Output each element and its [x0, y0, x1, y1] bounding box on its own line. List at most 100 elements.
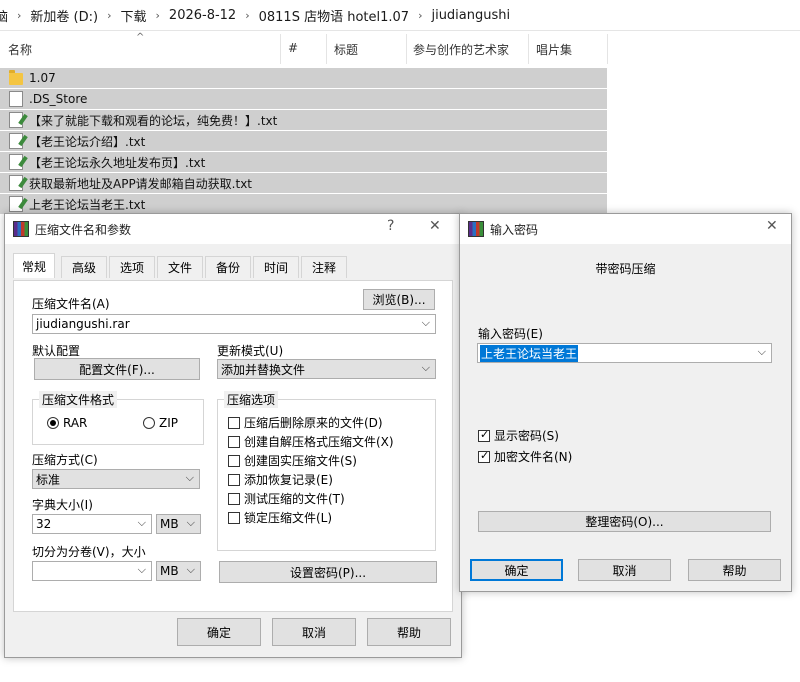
dictionary-size-input[interactable]: 32 ⌵ [32, 514, 152, 534]
checkbox-unchecked-icon [228, 473, 240, 486]
browse-button[interactable]: 浏览(B)... [363, 289, 435, 310]
archive-dialog-titlebar[interactable]: 压缩文件名和参数 ? ✕ [5, 214, 461, 244]
compression-method-label: 压缩方式(C) [32, 453, 98, 467]
archive-name-value: jiudiangushi.rar [36, 317, 130, 331]
chevron-down-icon: ⌵ [185, 471, 194, 484]
format-rar-radio[interactable]: RAR [47, 416, 87, 430]
document-icon [9, 91, 23, 107]
file-name: .DS_Store [29, 92, 88, 106]
profiles-button[interactable]: 配置文件(F)... [34, 358, 200, 380]
option-create-sfx[interactable]: 创建自解压格式压缩文件(X) [228, 433, 394, 450]
tab-page-general: 压缩文件名(A) 浏览(B)... jiudiangushi.rar ⌵ 默认配… [13, 280, 453, 612]
cancel-button[interactable]: 取消 [272, 618, 356, 646]
chevron-down-icon[interactable]: ⌵ [422, 316, 430, 330]
split-unit-select[interactable]: MB ⌵ [156, 561, 201, 581]
password-input[interactable]: 上老王论坛当老王 ⌵ [477, 343, 772, 363]
option-label: 创建固实压缩文件(S) [244, 454, 357, 468]
file-row[interactable]: 上老王论坛当老王.txt [0, 194, 607, 214]
text-file-icon [9, 175, 23, 191]
checkbox-unchecked-icon [228, 435, 240, 448]
tab-time[interactable]: 时间 [253, 256, 299, 278]
column-divider[interactable] [528, 34, 529, 64]
close-icon[interactable]: ✕ [429, 218, 441, 234]
chevron-down-icon[interactable]: ⌵ [758, 345, 766, 359]
column-header-album[interactable]: 唱片集 [536, 41, 572, 58]
format-zip-radio[interactable]: ZIP [143, 416, 178, 430]
file-name: 【来了就能下载和观看的论坛，纯免费！】.txt [29, 113, 278, 128]
option-recovery-record[interactable]: 添加恢复记录(E) [228, 471, 333, 488]
column-header-title[interactable]: 标题 [334, 41, 358, 58]
tab-files[interactable]: 文件 [157, 256, 203, 278]
help-button[interactable]: 帮助 [688, 559, 781, 581]
file-row[interactable]: 获取最新地址及APP请发邮箱自动获取.txt [0, 173, 607, 193]
breadcrumb-item-downloads[interactable]: 下载 [121, 6, 147, 25]
breadcrumb-item-drive[interactable]: 新加卷 (D:) [30, 6, 98, 25]
breadcrumb-item-current-folder[interactable]: jiudiangushi [431, 8, 510, 23]
show-password-checkbox[interactable]: 显示密码(S) [478, 427, 559, 444]
tab-advanced[interactable]: 高级 [61, 256, 107, 278]
encrypt-file-names-checkbox[interactable]: 加密文件名(N) [478, 448, 572, 465]
file-row-folder[interactable]: 1.07 [0, 68, 607, 88]
ok-button[interactable]: 确定 [177, 618, 261, 646]
chevron-down-icon: ⌵ [137, 563, 146, 576]
close-icon[interactable]: ✕ [766, 218, 778, 234]
ok-button[interactable]: 确定 [470, 559, 563, 581]
file-row[interactable]: .DS_Store [0, 89, 607, 109]
breadcrumb: 脑 › 新加卷 (D:) › 下载 › 2026-8-12 › 0811S 店物… [0, 0, 800, 31]
tab-backup[interactable]: 备份 [205, 256, 251, 278]
help-button[interactable]: 帮助 [367, 618, 451, 646]
column-divider[interactable] [280, 34, 281, 64]
chevron-down-icon: ⌵ [186, 563, 195, 576]
default-profile-label: 默认配置 [32, 344, 81, 358]
column-header-name[interactable]: 名称 [8, 41, 32, 58]
breadcrumb-item-this-pc[interactable]: 脑 [0, 6, 8, 25]
column-divider[interactable] [326, 34, 327, 64]
breadcrumb-item-hotel-folder[interactable]: 0811S 店物语 hotel1.07 [259, 6, 409, 25]
password-label: 输入密码(E) [478, 327, 543, 341]
dictionary-unit-value: MB [160, 517, 179, 531]
set-password-button[interactable]: 设置密码(P)... [219, 561, 437, 583]
column-header-artists[interactable]: 参与创作的艺术家 [413, 41, 509, 58]
cancel-button[interactable]: 取消 [578, 559, 671, 581]
option-test-files[interactable]: 测试压缩的文件(T) [228, 490, 345, 507]
option-label: 锁定压缩文件(L) [244, 511, 333, 525]
breadcrumb-item-date-folder[interactable]: 2026-8-12 [169, 8, 236, 23]
text-file-icon [9, 196, 23, 212]
dictionary-unit-select[interactable]: MB ⌵ [156, 514, 201, 534]
encrypt-file-names-label: 加密文件名(N) [494, 450, 573, 464]
chevron-right-icon: › [245, 8, 250, 22]
enter-password-dialog: 输入密码 ✕ 带密码压缩 输入密码(E) 上老王论坛当老王 ⌵ 显示密码(S) … [459, 213, 792, 592]
text-file-icon [9, 112, 23, 128]
split-unit-value: MB [160, 564, 179, 578]
option-lock-archive[interactable]: 锁定压缩文件(L) [228, 509, 332, 526]
tab-strip: 常规 高级 选项 文件 备份 时间 注释 [13, 253, 453, 281]
compression-method-select[interactable]: 标准 ⌵ [32, 469, 200, 489]
option-delete-after[interactable]: 压缩后删除原来的文件(D) [228, 414, 383, 431]
file-row[interactable]: 【老王论坛永久地址发布页】.txt [0, 152, 607, 172]
column-divider[interactable] [607, 34, 608, 64]
update-mode-value: 添加并替换文件 [221, 362, 306, 377]
file-row[interactable]: 【来了就能下载和观看的论坛，纯免费！】.txt [0, 110, 607, 130]
tab-comment[interactable]: 注释 [301, 256, 347, 278]
archive-format-group: 压缩文件格式 RAR ZIP [32, 391, 204, 445]
file-row[interactable]: 【老王论坛介绍】.txt [0, 131, 607, 151]
format-rar-label: RAR [63, 416, 88, 430]
option-solid-archive[interactable]: 创建固实压缩文件(S) [228, 452, 357, 469]
organize-passwords-button[interactable]: 整理密码(O)... [478, 511, 771, 532]
help-icon[interactable]: ? [387, 218, 394, 234]
checkbox-checked-icon [478, 449, 490, 463]
checkbox-unchecked-icon [228, 416, 240, 429]
split-volumes-input[interactable]: ⌵ [32, 561, 152, 581]
tab-options[interactable]: 选项 [109, 256, 155, 278]
password-dialog-titlebar[interactable]: 输入密码 ✕ [460, 214, 791, 244]
update-mode-select[interactable]: 添加并替换文件 ⌵ [217, 359, 436, 379]
option-label: 测试压缩的文件(T) [244, 492, 345, 506]
text-file-icon [9, 154, 23, 170]
sort-ascending-icon: ^ [136, 32, 145, 43]
split-volumes-label: 切分为分卷(V)，大小 [32, 545, 146, 559]
column-header-number[interactable]: # [288, 41, 298, 55]
column-divider[interactable] [406, 34, 407, 64]
archive-name-input[interactable]: jiudiangushi.rar ⌵ [32, 314, 436, 334]
tab-general[interactable]: 常规 [13, 253, 55, 278]
archive-parameters-dialog: 压缩文件名和参数 ? ✕ 常规 高级 选项 文件 备份 时间 注释 压缩文件名(… [4, 213, 462, 658]
